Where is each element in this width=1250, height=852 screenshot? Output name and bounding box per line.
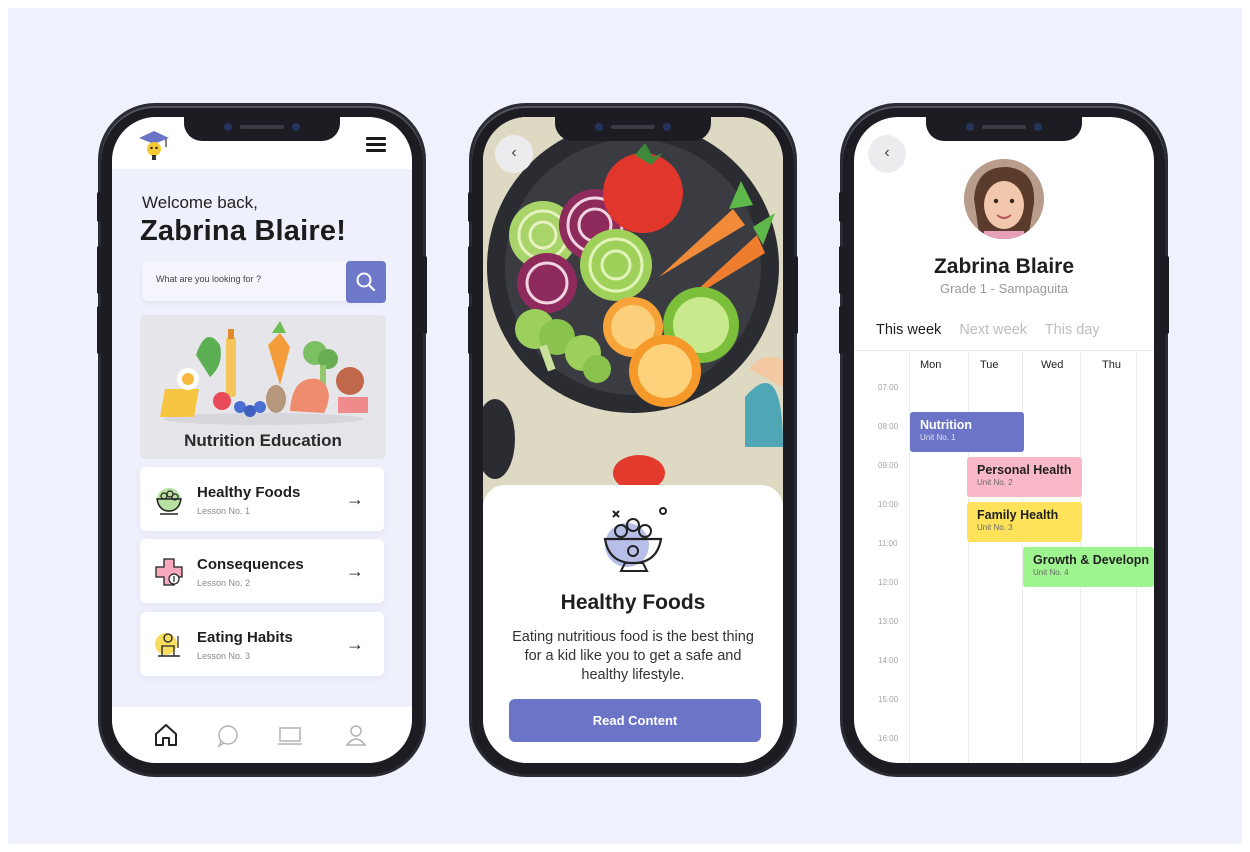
chat-icon[interactable] bbox=[214, 721, 242, 749]
time-label: 10:00 bbox=[878, 500, 899, 509]
time-label: 16:00 bbox=[878, 734, 899, 743]
phone-schedule: ‹ Zabrina Blaire Grade 1 - Sampaguita Th… bbox=[839, 106, 1169, 774]
event-growth-development[interactable]: Growth & Developn Unit No. 4 bbox=[1023, 547, 1154, 587]
lesson-title: Consequences bbox=[197, 556, 304, 573]
time-label: 09:00 bbox=[878, 461, 899, 470]
laptop-icon[interactable] bbox=[276, 721, 304, 749]
profile-grade: Grade 1 - Sampaguita bbox=[940, 281, 1068, 296]
lesson-title: Eating Habits bbox=[197, 629, 293, 646]
day-header-wed: Wed bbox=[1041, 359, 1064, 371]
event-family-health[interactable]: Family Health Unit No. 3 bbox=[967, 502, 1082, 542]
weekly-calendar: Mon Tue Wed Thu 07:00 08:00 09:00 10:00 … bbox=[854, 351, 1154, 763]
event-title: Growth & Developn bbox=[1033, 553, 1149, 567]
food-illustration bbox=[160, 321, 368, 425]
phone-home: Welcome back, Zabrina Blaire! What are y… bbox=[97, 106, 427, 774]
event-personal-health[interactable]: Personal Health Unit No. 2 bbox=[967, 457, 1082, 497]
avatar bbox=[964, 159, 1044, 239]
time-label: 11:00 bbox=[878, 539, 898, 548]
lesson-card-consequences[interactable]: Consequences Lesson No. 2 → bbox=[140, 539, 384, 603]
time-label: 14:00 bbox=[878, 656, 899, 665]
event-unit: Unit No. 3 bbox=[977, 523, 1013, 532]
nutrition-banner[interactable]: Nutrition Education bbox=[140, 315, 386, 459]
lesson-card: Healthy Foods Eating nutritious food is … bbox=[483, 485, 783, 763]
search-button[interactable] bbox=[346, 261, 386, 303]
lesson-number: Lesson No. 1 bbox=[197, 506, 251, 516]
home-icon[interactable] bbox=[152, 721, 180, 749]
arrow-right-icon[interactable]: → bbox=[346, 489, 364, 510]
time-label: 13:00 bbox=[878, 617, 899, 626]
profile-icon[interactable] bbox=[342, 721, 370, 749]
lesson-card-healthy-foods[interactable]: Healthy Foods Lesson No. 1 → bbox=[140, 467, 384, 531]
lesson-title: Healthy Foods bbox=[560, 591, 706, 614]
event-title: Family Health bbox=[977, 508, 1059, 522]
schedule-screen: ‹ Zabrina Blaire Grade 1 - Sampaguita Th… bbox=[854, 117, 1154, 763]
search-input[interactable] bbox=[154, 273, 338, 285]
lesson-description: Eating nutritious food is the best thing… bbox=[512, 629, 754, 683]
event-unit: Unit No. 2 bbox=[977, 478, 1013, 487]
graduate-mascot-logo bbox=[139, 131, 169, 160]
profile-name: Zabrina Blaire bbox=[933, 255, 1075, 278]
chevron-left-icon: ‹ bbox=[884, 144, 890, 161]
tab-this-day[interactable]: This day bbox=[1045, 322, 1100, 338]
lesson-number: Lesson No. 3 bbox=[197, 651, 251, 661]
time-label: 12:00 bbox=[878, 578, 899, 587]
lesson-title: Healthy Foods bbox=[197, 484, 301, 501]
event-title: Personal Health bbox=[977, 463, 1072, 477]
tab-next-week[interactable]: Next week bbox=[959, 322, 1027, 338]
time-label: 08:00 bbox=[878, 422, 899, 431]
schedule-tabs: This week Next week This day bbox=[876, 322, 1114, 338]
lesson-screen: ‹ Healthy Foods Eating nutritious food i… bbox=[483, 117, 783, 763]
home-screen: Welcome back, Zabrina Blaire! What are y… bbox=[112, 117, 412, 763]
event-nutrition[interactable]: Nutrition Unit No. 1 bbox=[910, 412, 1024, 452]
salad-bowl-icon bbox=[603, 507, 667, 572]
arrow-right-icon[interactable]: → bbox=[346, 634, 364, 655]
lesson-card-eating-habits[interactable]: Eating Habits Lesson No. 3 → bbox=[140, 612, 384, 676]
banner-title: Nutrition Education bbox=[184, 431, 342, 450]
search-icon bbox=[356, 272, 376, 292]
tab-this-week[interactable]: This week bbox=[876, 322, 941, 338]
arrow-right-icon[interactable]: → bbox=[346, 561, 364, 582]
food-plate-illustration bbox=[483, 117, 783, 507]
chevron-left-icon: ‹ bbox=[511, 144, 517, 161]
back-button[interactable]: ‹ bbox=[868, 135, 906, 173]
read-content-button[interactable]: Read Content bbox=[509, 699, 761, 742]
showcase-background: Welcome back, Zabrina Blaire! What are y… bbox=[8, 8, 1242, 844]
time-label: 07:00 bbox=[878, 383, 899, 392]
event-title: Nutrition bbox=[920, 418, 973, 432]
lesson-number: Lesson No. 2 bbox=[197, 578, 251, 588]
event-unit: Unit No. 1 bbox=[920, 433, 956, 442]
day-header-tue: Tue bbox=[980, 359, 999, 371]
medical-cross-icon bbox=[155, 558, 183, 586]
event-unit: Unit No. 4 bbox=[1033, 568, 1069, 577]
day-header-mon: Mon bbox=[920, 359, 942, 371]
search-bar bbox=[142, 261, 386, 303]
greeting-text: Welcome back, bbox=[142, 193, 258, 212]
day-header-thu: Thu bbox=[1102, 359, 1121, 371]
salad-bowl-icon bbox=[156, 488, 182, 515]
bottom-navigation bbox=[112, 707, 412, 763]
time-label: 15:00 bbox=[878, 695, 899, 704]
user-name: Zabrina Blaire! bbox=[140, 215, 347, 247]
back-button[interactable]: ‹ bbox=[495, 135, 533, 173]
menu-icon[interactable] bbox=[366, 137, 386, 153]
phone-lesson: ‹ Healthy Foods Eating nutritious food i… bbox=[468, 106, 798, 774]
profile-photo bbox=[964, 159, 1044, 239]
eating-child-icon bbox=[155, 633, 180, 657]
